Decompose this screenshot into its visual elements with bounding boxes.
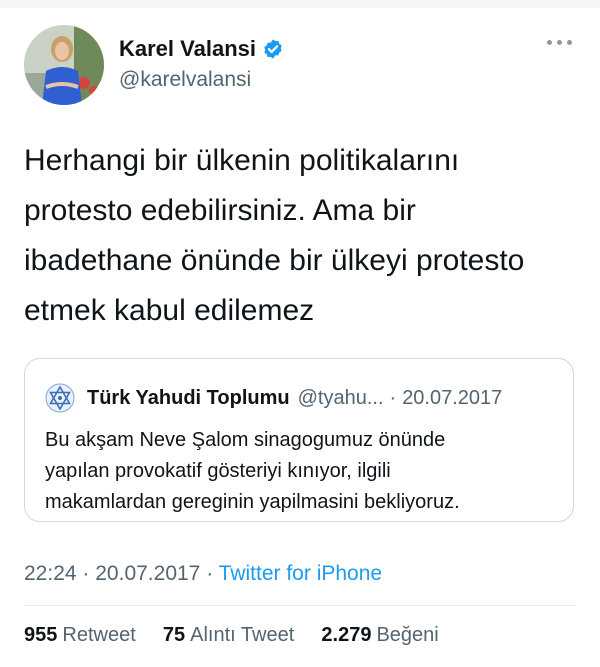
quoted-tweet-header: Türk Yahudi Toplumu @tyahu... · 20.07.20…	[45, 383, 502, 413]
tweet-meta: 22:24 · 20.07.2017 · Twitter for iPhone	[24, 562, 382, 586]
retweets-stat[interactable]: 955 Retweet	[24, 624, 136, 646]
author-handle[interactable]: @karelvalansi	[119, 68, 251, 92]
quoted-date: 20.07.2017	[402, 386, 503, 409]
tweet-line: ibadethane önünde bir ülkeyi protesto	[24, 244, 525, 277]
star-of-david-logo-icon	[45, 383, 75, 413]
tweet-stats: 955 Retweet 75 Alıntı Tweet 2.279 Beğeni	[24, 624, 439, 647]
quotes-stat[interactable]: 75 Alıntı Tweet	[163, 624, 294, 646]
quoted-separator: ·	[389, 386, 397, 409]
likes-stat[interactable]: 2.279 Beğeni	[321, 624, 438, 646]
avatar[interactable]	[24, 25, 104, 105]
quoted-tweet[interactable]: Türk Yahudi Toplumu @tyahu... · 20.07.20…	[24, 358, 574, 522]
meta-separator: ·	[82, 562, 90, 585]
likes-label: Beğeni	[376, 624, 439, 646]
verified-badge-icon	[264, 39, 282, 59]
quoted-line: makamlardan gereginin yapilmasini bekliy…	[45, 491, 460, 513]
more-dot	[567, 40, 572, 45]
tweet-source-link[interactable]: Twitter for iPhone	[219, 562, 382, 585]
retweets-label: Retweet	[62, 624, 136, 646]
likes-count: 2.279	[321, 624, 372, 646]
tweet-text: Herhangi bir ülkenin politikalarını prot…	[24, 136, 584, 336]
author-name[interactable]: Karel Valansi	[119, 36, 256, 62]
quotes-label: Alıntı Tweet	[190, 624, 295, 646]
more-dot	[547, 40, 552, 45]
tweet-line: Herhangi bir ülkenin politikalarını	[24, 144, 460, 177]
quotes-count: 75	[162, 624, 186, 646]
tweet-date[interactable]: 20.07.2017	[95, 562, 200, 585]
quoted-line: Bu akşam Neve Şalom sinagogumuz önünde	[45, 429, 446, 451]
quoted-author-name: Türk Yahudi Toplumu	[87, 386, 290, 409]
author-name-row: Karel Valansi	[119, 36, 284, 62]
quoted-line: yapılan provokatif gösteriyi kınıyor, il…	[45, 460, 391, 482]
tweet-line: protesto edebilirsiniz. Ama bir	[24, 194, 416, 227]
meta-separator: ·	[206, 562, 214, 585]
quoted-author-handle: @tyahu...	[297, 386, 384, 409]
tweet-time[interactable]: 22:24	[24, 562, 77, 585]
tweet-line: etmek kabul edilemez	[24, 294, 315, 327]
more-options-icon[interactable]	[547, 40, 572, 45]
avatar-image	[24, 25, 104, 105]
quoted-tweet-text: Bu akşam Neve Şalom sinagogumuz önünde y…	[45, 425, 557, 518]
top-strip	[0, 0, 600, 8]
more-dot	[557, 40, 562, 45]
retweets-count: 955	[24, 624, 58, 646]
divider	[24, 605, 576, 606]
